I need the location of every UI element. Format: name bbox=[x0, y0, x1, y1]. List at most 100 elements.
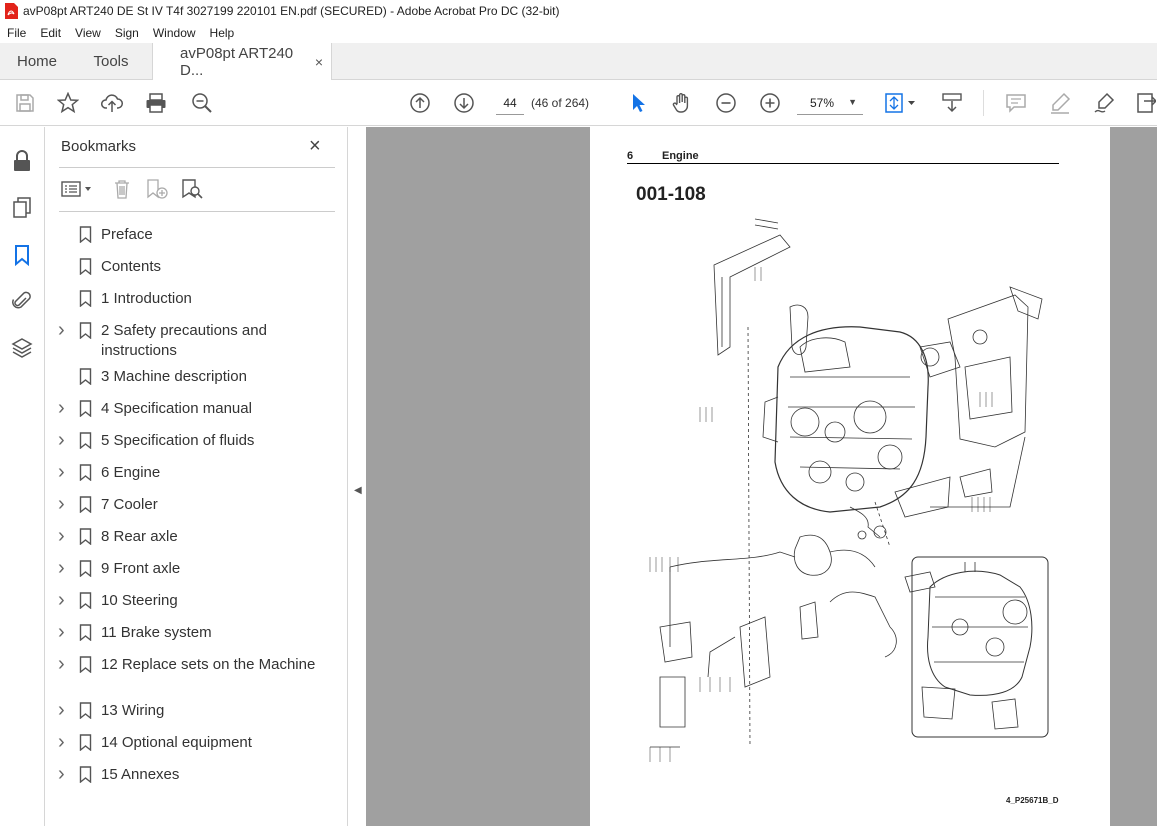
chevron-right-icon[interactable]: › bbox=[58, 462, 65, 482]
bookmark-item[interactable]: Contents bbox=[45, 257, 348, 281]
bookmark-icon bbox=[79, 496, 92, 513]
bookmark-icon bbox=[79, 592, 92, 609]
tab-home[interactable]: Home bbox=[0, 43, 74, 80]
lock-icon[interactable] bbox=[10, 149, 34, 173]
zoom-out-icon[interactable] bbox=[714, 91, 738, 115]
chevron-right-icon[interactable]: › bbox=[58, 494, 65, 514]
bookmark-item[interactable]: › 11 Brake system bbox=[45, 622, 348, 647]
chevron-right-icon[interactable]: › bbox=[58, 622, 65, 642]
bookmark-item[interactable]: › 10 Steering bbox=[45, 590, 348, 615]
tab-close-icon[interactable]: × bbox=[315, 54, 323, 70]
bookmark-item[interactable]: › 2 Safety precautions and instructions bbox=[45, 320, 348, 365]
bookmark-item[interactable]: › 6 Engine bbox=[45, 462, 348, 487]
drawing-code: 001-108 bbox=[636, 184, 706, 205]
zoom-in-icon[interactable] bbox=[758, 91, 782, 115]
bookmark-label: 12 Replace sets on the Machine bbox=[101, 656, 316, 673]
share-icon[interactable] bbox=[1136, 91, 1156, 115]
page-up-icon[interactable] bbox=[408, 91, 432, 115]
bookmark-icon bbox=[79, 368, 92, 385]
chevron-right-icon[interactable]: › bbox=[58, 320, 65, 340]
bookmark-item[interactable]: › 7 Cooler bbox=[45, 494, 348, 519]
bookmark-icon bbox=[79, 290, 92, 307]
comment-icon[interactable] bbox=[1004, 91, 1028, 115]
bookmark-item[interactable]: › 8 Rear axle bbox=[45, 526, 348, 551]
pdf-page: 6 Engine 001-108 4_P25671B_D bbox=[590, 127, 1110, 826]
menu-sign[interactable]: Sign bbox=[108, 26, 146, 40]
chevron-right-icon[interactable]: › bbox=[58, 558, 65, 578]
bookmarks-title: Bookmarks bbox=[61, 138, 137, 155]
close-icon[interactable]: × bbox=[309, 135, 321, 158]
find-bookmark-icon[interactable] bbox=[180, 177, 204, 201]
bookmark-panel-icon[interactable] bbox=[10, 243, 34, 267]
bookmark-label: 6 Engine bbox=[101, 464, 161, 481]
bookmark-label: 2 Safety precautions and instructions bbox=[101, 322, 267, 359]
chevron-right-icon[interactable]: › bbox=[58, 526, 65, 546]
bookmark-icon bbox=[79, 734, 92, 751]
bookmark-label: Preface bbox=[101, 226, 153, 243]
bookmark-item[interactable]: 3 Machine description bbox=[45, 367, 348, 391]
page-count-label: (46 of 264) bbox=[531, 96, 590, 110]
zoom-value: 57% bbox=[810, 95, 835, 110]
menu-view[interactable]: View bbox=[68, 26, 108, 40]
page-down-icon[interactable] bbox=[452, 91, 476, 115]
bookmark-icon bbox=[79, 624, 92, 641]
section-number: 6 bbox=[627, 150, 634, 162]
delete-icon[interactable] bbox=[111, 177, 133, 201]
bookmark-item[interactable]: › 4 Specification manual bbox=[45, 398, 348, 423]
bookmark-label: 3 Machine description bbox=[101, 368, 247, 385]
scroll-mode-icon[interactable] bbox=[940, 91, 964, 115]
bookmark-options-icon[interactable] bbox=[61, 177, 95, 201]
bookmark-icon bbox=[79, 432, 92, 449]
document-viewer[interactable]: 6 Engine 001-108 4_P25671B_D bbox=[366, 127, 1157, 826]
print-icon[interactable] bbox=[144, 91, 168, 115]
bookmark-label: Contents bbox=[101, 258, 162, 275]
search-zoom-icon[interactable] bbox=[190, 91, 214, 115]
left-rail bbox=[0, 127, 45, 826]
section-title: Engine bbox=[662, 150, 699, 162]
attachment-icon[interactable] bbox=[10, 289, 34, 313]
bookmark-icon bbox=[79, 702, 92, 719]
chevron-right-icon[interactable]: › bbox=[58, 700, 65, 720]
fit-page-icon[interactable] bbox=[884, 91, 918, 115]
toolbar-divider bbox=[983, 90, 984, 116]
layers-icon[interactable] bbox=[10, 336, 34, 360]
bookmark-item[interactable]: › 13 Wiring bbox=[45, 700, 348, 725]
bookmark-item[interactable]: › 5 Specification of fluids bbox=[45, 430, 348, 455]
menu-window[interactable]: Window bbox=[146, 26, 203, 40]
panel-collapse-handle[interactable]: ◀ bbox=[348, 127, 366, 826]
chevron-right-icon[interactable]: › bbox=[58, 398, 65, 418]
bookmark-item[interactable]: › 14 Optional equipment bbox=[45, 732, 348, 757]
bookmark-label: 7 Cooler bbox=[101, 496, 158, 513]
zoom-select[interactable]: 57% ▼ bbox=[797, 91, 863, 115]
bookmark-icon bbox=[79, 464, 92, 481]
bookmark-item[interactable]: › 9 Front axle bbox=[45, 558, 348, 583]
page-number-input[interactable]: 44 bbox=[496, 91, 524, 115]
chevron-right-icon[interactable]: › bbox=[58, 590, 65, 610]
hand-icon[interactable] bbox=[670, 91, 694, 115]
bookmark-label: 11 Brake system bbox=[101, 624, 212, 641]
bookmark-icon bbox=[79, 766, 92, 783]
tab-tools[interactable]: Tools bbox=[74, 43, 148, 80]
tab-document[interactable]: avP08pt ART240 D... × bbox=[152, 43, 332, 81]
tab-document-label: avP08pt ART240 D... bbox=[180, 45, 294, 79]
bookmark-item[interactable]: Preface bbox=[45, 225, 348, 249]
chevron-right-icon[interactable]: › bbox=[58, 732, 65, 752]
menu-edit[interactable]: Edit bbox=[33, 26, 68, 40]
star-icon[interactable] bbox=[56, 91, 80, 115]
chevron-right-icon[interactable]: › bbox=[58, 430, 65, 450]
menu-help[interactable]: Help bbox=[203, 26, 242, 40]
menu-file[interactable]: File bbox=[0, 26, 33, 40]
save-icon[interactable] bbox=[13, 91, 37, 115]
chevron-right-icon[interactable]: › bbox=[58, 654, 65, 674]
highlight-icon[interactable] bbox=[1048, 91, 1072, 115]
window-title: avP08pt ART240 DE St IV T4f 3027199 2201… bbox=[23, 4, 560, 18]
upload-icon[interactable] bbox=[100, 91, 124, 115]
chevron-right-icon[interactable]: › bbox=[58, 764, 65, 784]
pages-icon[interactable] bbox=[10, 195, 34, 219]
bookmark-item[interactable]: › 12 Replace sets on the Machine bbox=[45, 654, 348, 699]
bookmark-item[interactable]: 1 Introduction bbox=[45, 289, 348, 313]
sign-icon[interactable] bbox=[1092, 91, 1116, 115]
new-bookmark-icon[interactable] bbox=[145, 177, 169, 201]
cursor-icon[interactable] bbox=[626, 91, 650, 115]
bookmark-item[interactable]: › 15 Annexes bbox=[45, 764, 348, 789]
